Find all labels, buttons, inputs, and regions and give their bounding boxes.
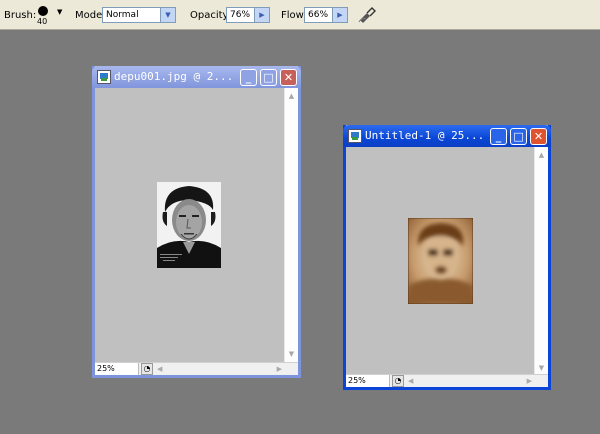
airbrush-icon[interactable] [357, 5, 377, 25]
document-window-untitled-1[interactable]: Untitled-1 @ 25... _ □ ✕ ▲ ▼ 25% ◔ ◀ ▶ [343, 125, 551, 390]
minimize-icon[interactable]: _ [490, 128, 507, 145]
sepia-image [408, 218, 473, 304]
minimize-icon[interactable]: _ [240, 69, 257, 86]
close-icon[interactable]: ✕ [280, 69, 297, 86]
navigator-icon[interactable]: ◔ [392, 375, 404, 387]
flow-slider-arrow-icon[interactable]: ▶ [332, 8, 347, 22]
scroll-up-icon[interactable]: ▲ [535, 149, 548, 162]
portrait-image [157, 182, 221, 268]
brush-preview-icon[interactable] [38, 6, 48, 16]
tool-options-bar: Brush: 40 ▼ Mode: Normal ▼ Opacity: 76% … [0, 0, 600, 30]
brush-picker-arrow-icon[interactable]: ▼ [57, 8, 62, 16]
opacity-slider-arrow-icon[interactable]: ▶ [254, 8, 269, 22]
mode-select[interactable]: Normal ▼ [102, 7, 176, 23]
scroll-up-icon[interactable]: ▲ [285, 90, 298, 103]
zoom-field[interactable]: 25% [346, 375, 390, 387]
navigator-icon[interactable]: ◔ [141, 363, 153, 375]
scroll-left-icon[interactable]: ◀ [157, 363, 162, 375]
flow-value: 66% [308, 10, 329, 20]
scroll-right-icon[interactable]: ▶ [527, 375, 532, 387]
document-window-depu001[interactable]: depu001.jpg @ 2... _ □ ✕ ▲ ▼ 25% ◔ ◀ ▶ [92, 66, 301, 378]
maximize-icon[interactable]: □ [260, 69, 277, 86]
scroll-left-icon[interactable]: ◀ [408, 375, 413, 387]
zoom-field[interactable]: 25% [95, 363, 139, 375]
document-icon [348, 129, 362, 143]
window-titlebar[interactable]: Untitled-1 @ 25... _ □ ✕ [343, 125, 551, 147]
flow-label: Flow: [281, 10, 307, 21]
opacity-field[interactable]: 76% ▶ [226, 7, 270, 23]
chevron-down-icon[interactable]: ▼ [160, 8, 175, 22]
vertical-scrollbar[interactable]: ▲ ▼ [534, 147, 548, 377]
brush-size: 40 [37, 17, 48, 26]
window-statusbar: 25% ◔ ◀ ▶ [95, 362, 298, 375]
vertical-scrollbar[interactable]: ▲ ▼ [284, 88, 298, 363]
document-icon [97, 70, 111, 84]
flow-field[interactable]: 66% ▶ [304, 7, 348, 23]
scroll-down-icon[interactable]: ▼ [285, 348, 298, 361]
opacity-value: 76% [230, 10, 251, 20]
window-statusbar: 25% ◔ ◀ ▶ [346, 374, 548, 387]
mode-value: Normal [106, 10, 139, 20]
maximize-icon[interactable]: □ [510, 128, 527, 145]
scroll-right-icon[interactable]: ▶ [277, 363, 282, 375]
brush-label: Brush: [4, 10, 37, 21]
close-icon[interactable]: ✕ [530, 128, 547, 145]
window-title: Untitled-1 @ 25... [365, 129, 485, 142]
window-title: depu001.jpg @ 2... [114, 70, 234, 83]
opacity-label: Opacity: [190, 10, 232, 21]
window-titlebar[interactable]: depu001.jpg @ 2... _ □ ✕ [92, 66, 301, 88]
